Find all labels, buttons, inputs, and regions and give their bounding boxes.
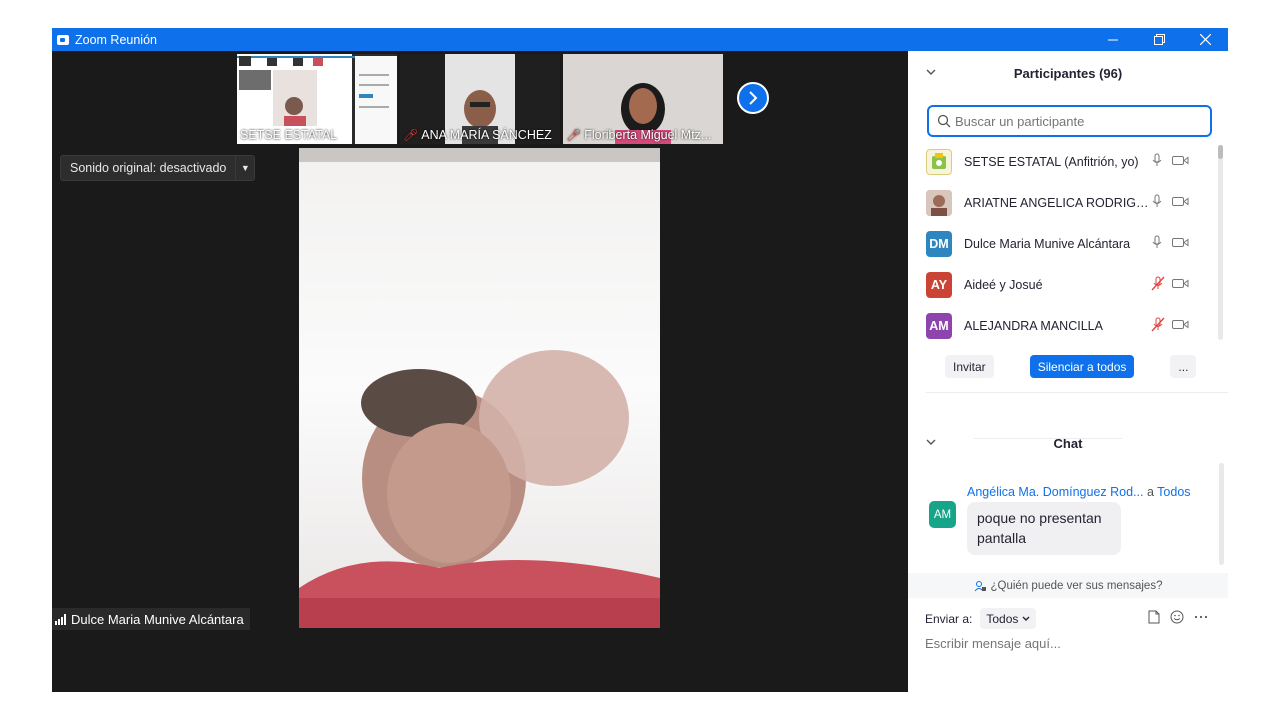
video-camera-icon[interactable]	[1172, 237, 1189, 251]
participants-title: Participantes (96)	[1013, 65, 1123, 81]
next-page-button[interactable]	[737, 82, 769, 114]
chat-tools	[1148, 610, 1208, 624]
message-visibility-link[interactable]: ¿Quién puede ver sus mensajes?	[908, 573, 1228, 598]
chevron-down-icon[interactable]: ▼	[236, 156, 254, 180]
more-horizontal-icon[interactable]	[1194, 610, 1208, 624]
organization-logo-icon	[932, 152, 946, 169]
participant-row[interactable]: DM Dulce Maria Munive Alcántara	[908, 223, 1228, 264]
avatar	[926, 148, 952, 175]
participant-name: Dulce Maria Munive Alcántara	[964, 236, 1131, 251]
microphone-icon[interactable]	[1152, 235, 1162, 252]
chat-header: Chat	[908, 421, 1228, 465]
participant-row[interactable]: SETSE ESTATAL (Anfitrión, yo)	[908, 141, 1228, 182]
participant-thumbnail[interactable]: 🎤︎ ANA MARÍA SÁNCHEZ	[400, 54, 560, 144]
chat-scrollbar[interactable]	[1219, 463, 1224, 565]
message-recipient: Todos	[1157, 485, 1191, 499]
microphone-icon[interactable]	[1152, 153, 1162, 170]
microphone-icon[interactable]	[1152, 194, 1162, 211]
video-camera-icon[interactable]	[1172, 155, 1189, 169]
video-camera-icon[interactable]	[1172, 319, 1189, 333]
avatar: AM	[926, 312, 952, 339]
mic-muted-icon: 🎤︎	[566, 128, 582, 142]
restore-button[interactable]	[1136, 28, 1182, 51]
recipient-value: Todos	[986, 611, 1019, 626]
microphone-muted-icon[interactable]	[1151, 317, 1165, 335]
thumbnail-label: 🎤︎ ANA MARÍA SÁNCHEZ	[403, 128, 552, 142]
avatar: AY	[926, 271, 952, 298]
participant-row[interactable]: ARIATNE ANGELICA RODRIGUE...	[908, 182, 1228, 223]
participant-name: Aideé y Josué	[964, 277, 1043, 292]
message-sender-line: Angélica Ma. Domínguez Rod... a Todos	[967, 485, 1191, 499]
zoom-window: Zoom Reunión SETSE ESTATAL 🎤︎ ANA MARÍA …	[52, 28, 1228, 692]
chevron-down-icon	[1022, 616, 1030, 621]
thumbnail-name: SETSE ESTATAL	[240, 128, 338, 142]
participant-list: SETSE ESTATAL (Anfitrión, yo) ARIATNE AN…	[908, 141, 1228, 346]
thumbnail-name: Floriberta Miguel Mtz...	[584, 128, 712, 142]
file-icon[interactable]	[1148, 610, 1160, 624]
participant-actions: Invitar Silenciar a todos ...	[945, 355, 1197, 378]
active-speaker-video	[299, 148, 660, 628]
zoom-logo-icon	[57, 34, 69, 45]
video-camera-icon[interactable]	[1172, 278, 1189, 292]
divider	[926, 392, 1228, 393]
participant-name: SETSE ESTATAL (Anfitrión, yo)	[964, 154, 1139, 169]
message-sender[interactable]: Angélica Ma. Domínguez Rod...	[967, 485, 1143, 499]
avatar: AM	[929, 501, 956, 528]
thumbnail-label: SETSE ESTATAL	[240, 128, 337, 142]
participants-scrollbar[interactable]	[1218, 145, 1223, 340]
emoji-icon[interactable]	[1170, 610, 1184, 624]
profile-photo	[926, 189, 952, 216]
recipient-dropdown[interactable]: Todos	[980, 608, 1037, 629]
video-camera-icon[interactable]	[1172, 196, 1189, 210]
send-to-label: Enviar a:	[925, 611, 973, 626]
chevron-right-icon	[749, 91, 758, 105]
more-options-button[interactable]: ...	[1170, 355, 1197, 378]
active-speaker-name: Dulce Maria Munive Alcántara	[71, 611, 244, 627]
minimize-button[interactable]	[1090, 28, 1136, 51]
chevron-down-icon[interactable]	[926, 437, 936, 449]
avatar	[926, 189, 952, 216]
signal-strength-icon	[55, 613, 66, 625]
speaker-video-image	[299, 148, 660, 628]
person-lock-icon	[974, 580, 986, 591]
avatar: DM	[926, 230, 952, 257]
participant-thumbnail[interactable]: SETSE ESTATAL	[237, 54, 397, 144]
thumbnail-label: 🎤︎ Floriberta Miguel Mtz...	[566, 128, 711, 142]
message-to-prefix: a	[1146, 485, 1154, 499]
search-icon	[937, 114, 951, 128]
restore-icon	[1153, 34, 1165, 45]
title-bar: Zoom Reunión	[52, 28, 1228, 51]
participant-row[interactable]: AM ALEJANDRA MANCILLA	[908, 305, 1228, 346]
participant-thumbnail[interactable]: 🎤︎ Floriberta Miguel Mtz...	[563, 54, 723, 144]
video-area: SETSE ESTATAL 🎤︎ ANA MARÍA SÁNCHEZ 🎤︎ Fl…	[52, 51, 908, 692]
minimize-icon	[1108, 39, 1118, 40]
window-title: Zoom Reunión	[75, 32, 157, 47]
close-button[interactable]	[1182, 28, 1228, 51]
participant-row[interactable]: AY Aideé y Josué	[908, 264, 1228, 305]
participant-name: ARIATNE ANGELICA RODRIGUE...	[964, 195, 1154, 210]
divider	[974, 438, 1122, 439]
search-input[interactable]	[955, 113, 1195, 129]
active-speaker-label: Dulce Maria Munive Alcántara	[52, 608, 250, 630]
send-to-row: Enviar a: Todos	[925, 608, 1037, 629]
close-icon	[1199, 34, 1211, 45]
thumbnail-name: ANA MARÍA SÁNCHEZ	[421, 128, 552, 142]
chevron-down-icon[interactable]	[926, 67, 936, 79]
original-sound-label: Sonido original: desactivado	[61, 156, 237, 180]
participant-search[interactable]	[927, 105, 1212, 137]
invite-button[interactable]: Invitar	[945, 355, 994, 378]
message-visibility-text: ¿Quién puede ver sus mensajes?	[990, 579, 1163, 592]
mic-muted-icon: 🎤︎	[403, 128, 419, 142]
mute-all-button[interactable]: Silenciar a todos	[1029, 355, 1135, 378]
participants-header: Participantes (96)	[908, 51, 1228, 95]
original-sound-button[interactable]: Sonido original: desactivado ▼	[60, 155, 256, 181]
participant-name: ALEJANDRA MANCILLA	[964, 318, 1103, 333]
chat-message-bubble: poque no presentan pantalla	[967, 502, 1121, 555]
microphone-muted-icon[interactable]	[1151, 276, 1165, 294]
side-panel: Participantes (96) SETSE ESTATAL (Anfitr…	[908, 51, 1228, 692]
message-input[interactable]	[925, 636, 1215, 651]
